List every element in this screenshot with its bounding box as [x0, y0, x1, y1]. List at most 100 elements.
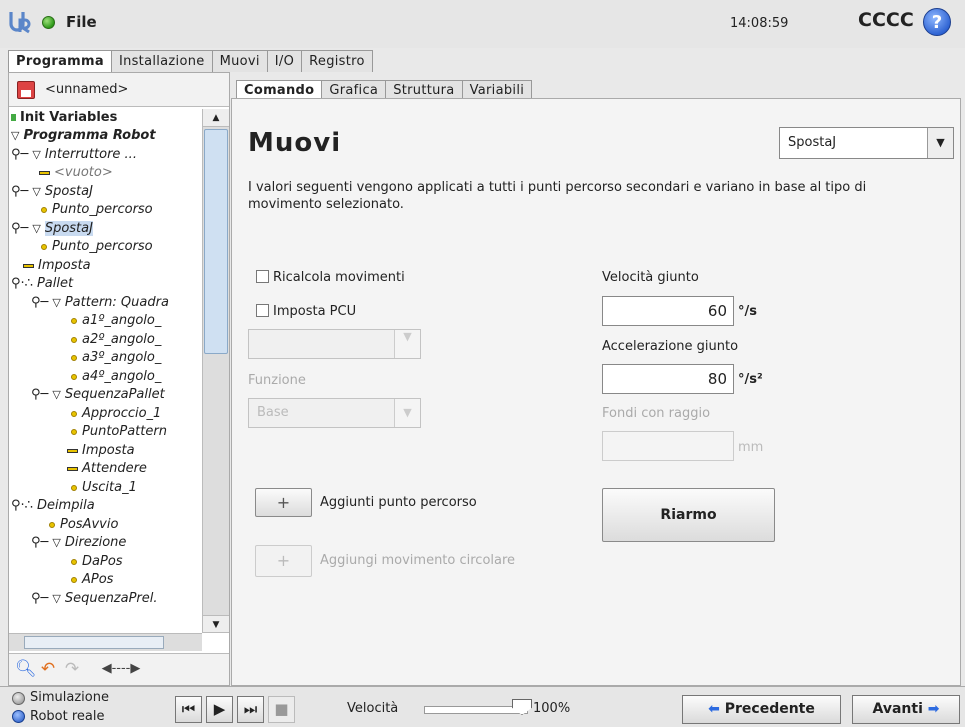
scroll-up-arrow-icon[interactable]: ▲ [203, 109, 229, 127]
scroll-down-arrow-icon[interactable]: ▼ [203, 615, 229, 633]
set-tcp-label: Imposta PCU [273, 304, 357, 319]
tree-node[interactable]: ⚲─ ▽ SequenzaPrel. [31, 590, 158, 608]
tree-node[interactable]: Punto_percorso [39, 201, 153, 219]
tab-installazione[interactable]: Installazione [110, 50, 213, 72]
joint-accel-label: Accelerazione giunto [602, 339, 739, 354]
file-menu[interactable]: File [66, 13, 97, 31]
rearm-button[interactable]: Riarmo [602, 488, 775, 542]
tree-node[interactable]: Punto_percorso [39, 238, 153, 256]
bottom-bar: Simulazione Robot reale ⏮ ▶ ⏭ ■ Velocità… [0, 686, 965, 727]
triangle-icon: ▽ [32, 148, 41, 161]
simulation-radio[interactable] [12, 692, 25, 705]
status-green-dot-icon [42, 16, 55, 29]
arrow-left-icon: ⬅ [708, 701, 720, 717]
arrow-right-icon: ➡ [927, 701, 940, 717]
tab-programma[interactable]: Programma [8, 50, 112, 72]
move-type-value: SpostaJ [788, 135, 837, 150]
tree-node[interactable]: a3º_angolo_ [69, 349, 161, 367]
speed-value: 100% [533, 701, 571, 716]
undo-icon[interactable]: ↶ [37, 659, 59, 681]
play-icon[interactable]: ▶ [206, 696, 233, 723]
tree-node[interactable]: Attendere [67, 460, 147, 478]
real-robot-label: Robot reale [30, 709, 105, 724]
tree-node[interactable]: APos [69, 571, 113, 589]
tree-node[interactable]: Imposta [23, 257, 91, 275]
joint-speed-label: Velocità giunto [602, 270, 699, 285]
tree-node[interactable]: ⚲─ ▽ SequenzaPallet [31, 386, 165, 404]
recalc-moves-checkbox[interactable]: Ricalcola movimenti [256, 270, 405, 285]
tree-node[interactable]: PuntoPattern [69, 423, 167, 441]
tree-node[interactable]: Imposta [67, 442, 135, 460]
tree-horizontal-scrollbar[interactable] [9, 633, 202, 651]
next-button[interactable]: Avanti ➡ [852, 695, 960, 724]
set-icon [23, 263, 34, 268]
tree-node[interactable]: Approccio_1 [69, 405, 161, 423]
add-circular-move-button[interactable]: + [255, 545, 312, 577]
tab-variabili[interactable]: Variabili [461, 80, 533, 100]
set-tcp-checkbox[interactable]: Imposta PCU [256, 304, 356, 319]
horizontal-scroll-thumb[interactable] [24, 636, 164, 649]
tree-node[interactable]: Uscita_1 [69, 479, 137, 497]
help-icon[interactable]: ? [923, 8, 951, 36]
description-text: I valori seguenti vengono applicati a tu… [248, 180, 867, 212]
tree-vertical-scrollbar[interactable]: ▲ ▼ [202, 109, 229, 633]
joint-accel-input[interactable]: 80 [602, 364, 734, 394]
blend-radius-input[interactable] [602, 431, 734, 461]
add-waypoint-button[interactable]: + [255, 488, 312, 517]
tab-struttura[interactable]: Struttura [385, 80, 463, 100]
waypoint-icon [49, 521, 55, 528]
triangle-icon: ▽ [52, 388, 61, 401]
tree-node[interactable]: ⚲─ ▽ Interruttore ... [11, 146, 137, 164]
move-type-select[interactable]: SpostaJ ▼ [779, 127, 954, 159]
checkbox-box[interactable] [256, 304, 269, 317]
recalc-moves-label: Ricalcola movimenti [273, 270, 405, 285]
tab-muovi[interactable]: Muovi [211, 50, 268, 72]
tab-io[interactable]: I/O [266, 50, 303, 72]
clock: 14:08:59 [730, 16, 789, 31]
branch-icon: ⚲─ [11, 184, 29, 199]
tree-node[interactable]: a4º_angolo_ [69, 368, 161, 386]
tree-toolbar: 🔍︎ ↶ ↷ ◀‑‑‑‑▶ [9, 653, 229, 685]
scroll-thumb[interactable] [204, 129, 228, 354]
tree-node[interactable]: ⚲─ ▽ SpostaJ [11, 183, 93, 201]
tab-registro[interactable]: Registro [301, 50, 373, 72]
checkbox-box[interactable] [256, 270, 269, 283]
tab-comando[interactable]: Comando [236, 80, 323, 100]
tree-node[interactable]: PosAvvio [47, 516, 118, 534]
tree-node[interactable]: ⚲─ ▽ Pattern: Quadra [31, 294, 169, 312]
tree-node[interactable]: <vuoto> [39, 164, 113, 182]
tcp-select[interactable]: ▼ [248, 329, 421, 359]
tab-grafica[interactable]: Grafica [321, 80, 387, 100]
move-cursor-arrows-icon[interactable]: ◀‑‑‑‑▶ [85, 659, 157, 681]
tree-node[interactable]: ⚲─ ▽ Direzione [31, 534, 126, 552]
next-label: Avanti [872, 701, 923, 717]
speed-label: Velocità [347, 701, 399, 716]
stop-icon[interactable]: ■ [268, 696, 295, 723]
tree-node[interactable]: ▽ Programma Robot [11, 127, 156, 145]
tree-node[interactable]: a2º_angolo_ [69, 331, 161, 349]
save-icon[interactable] [17, 81, 35, 99]
redo-icon[interactable]: ↷ [61, 659, 83, 681]
real-robot-radio[interactable] [12, 710, 25, 723]
tree-node[interactable]: DaPos [69, 553, 123, 571]
waypoint-icon [71, 373, 77, 380]
search-icon[interactable]: 🔍︎ [15, 659, 37, 681]
waypoint-icon [41, 243, 47, 250]
page-title: Muovi [248, 128, 342, 158]
function-select[interactable]: Base ▼ [248, 398, 421, 428]
previous-button[interactable]: ⬅ Precedente [682, 695, 841, 724]
blend-radius-unit: mm [738, 440, 764, 455]
branch-icon: ⚲─ [31, 591, 49, 606]
skip-back-icon[interactable]: ⏮ [175, 696, 202, 723]
branch-icon: ⚲─ [31, 535, 49, 550]
joint-speed-input[interactable]: 60 [602, 296, 734, 326]
tree-node[interactable]: ⚲·∴ Pallet [11, 275, 73, 293]
triangle-icon: ▽ [52, 592, 61, 605]
tree-node-selected[interactable]: ⚲─ ▽ SpostaJ [11, 220, 93, 238]
tree-node[interactable]: ⚲·∴ Deimpila [11, 497, 95, 515]
tree-node[interactable]: a1º_angolo_ [69, 312, 161, 330]
waypoint-icon [71, 336, 77, 343]
skip-forward-icon[interactable]: ⏭ [237, 696, 264, 723]
top-bar: File 14:08:59 CCCC ? [0, 0, 965, 48]
tree-node[interactable]: Init Variables [11, 109, 117, 127]
